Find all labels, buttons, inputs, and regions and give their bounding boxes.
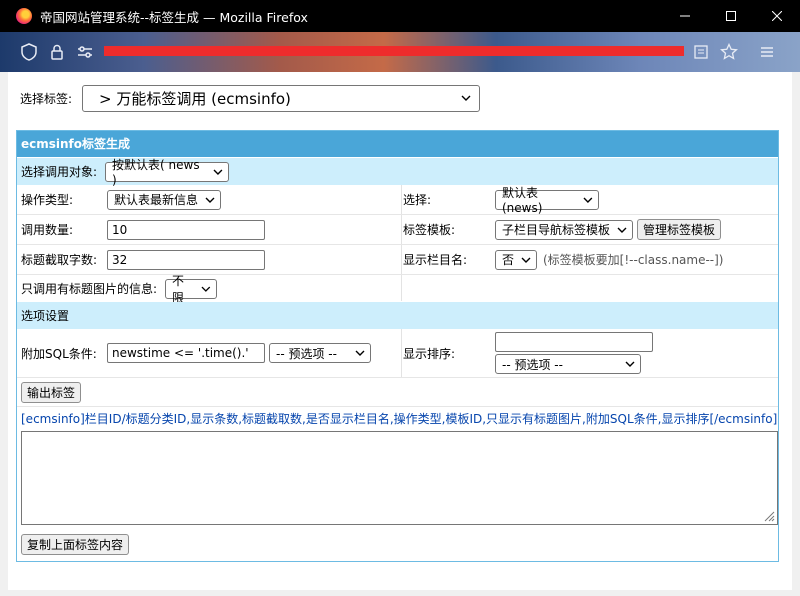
lock-icon[interactable] — [48, 43, 66, 61]
only-pic-label: 只调用有标题图片的信息: — [21, 282, 158, 296]
tag-type-select[interactable]: > 万能标签调用 (ecmsinfo) — [82, 84, 481, 112]
tag-output-textarea[interactable] — [21, 431, 778, 525]
choose-select[interactable]: 默认表(news) — [495, 186, 599, 215]
window-titlebar: 帝国网站管理系统--标签生成 — Mozilla Firefox — [0, 0, 800, 32]
chevron-down-icon — [461, 95, 471, 101]
chevron-down-icon — [583, 197, 593, 203]
close-button[interactable] — [754, 0, 800, 32]
show-class-select[interactable]: 否 — [495, 249, 537, 270]
order-preset-select[interactable]: -- 预选项 -- — [495, 354, 641, 374]
op-type-select[interactable]: 默认表最新信息 — [107, 189, 221, 210]
order-controls: -- 预选项 -- — [495, 332, 653, 374]
output-tag-button[interactable]: 输出标签 — [21, 381, 82, 403]
chevron-down-icon — [213, 169, 223, 175]
maximize-button[interactable] — [708, 0, 754, 32]
menu-icon[interactable] — [758, 43, 776, 61]
sql-preset-value: -- 预选项 -- — [276, 346, 337, 361]
tag-syntax-row: [ecmsinfo]栏目ID/标题分类ID,显示条数,标题截取数,是否显示栏目名… — [17, 407, 778, 429]
options-section-row: 选项设置 — [17, 302, 778, 329]
chevron-down-icon — [617, 227, 627, 233]
choose-label: 选择: — [403, 193, 432, 207]
only-pic-value: 不限 — [172, 273, 185, 305]
chevron-down-icon — [201, 286, 211, 292]
title-len-row: 标题截取字数: 32 显示栏目名: 否 (标签模板要加[!--class.nam… — [17, 245, 778, 274]
show-class-value: 否 — [502, 253, 515, 267]
target-row: 选择调用对象: 按默认表( news ) — [17, 158, 778, 187]
chevron-down-icon — [205, 197, 215, 203]
url-redacted[interactable] — [104, 46, 684, 56]
count-label: 调用数量: — [21, 223, 74, 237]
order-preset-value: -- 预选项 -- — [502, 357, 563, 372]
select-tag-row: 选择标签: > 万能标签调用 (ecmsinfo) — [20, 84, 481, 112]
bookmark-star-icon[interactable] — [720, 43, 738, 61]
browser-navbar — [0, 32, 800, 72]
output-row: 输出标签 — [17, 379, 778, 405]
sql-row: 附加SQL条件: newstime <= '.time().' -- 预选项 -… — [17, 329, 778, 377]
options-section-title: 选项设置 — [21, 309, 70, 323]
order-input[interactable] — [495, 332, 653, 352]
title-len-label: 标题截取字数: — [21, 253, 98, 267]
minimize-icon — [680, 15, 690, 17]
show-class-hint: (标签模板要加[!--class.name--]) — [543, 253, 724, 267]
window-title: 帝国网站管理系统--标签生成 — Mozilla Firefox — [40, 9, 308, 25]
order-label: 显示排序: — [403, 346, 456, 361]
reader-view-icon[interactable] — [692, 43, 710, 61]
copy-row: 复制上面标签内容 — [17, 531, 778, 557]
target-value: 按默认表( news ) — [112, 158, 200, 187]
op-type-value: 默认表最新信息 — [114, 193, 199, 207]
minimize-button[interactable] — [662, 0, 708, 32]
count-input[interactable]: 10 — [107, 219, 265, 240]
select-tag-label: 选择标签: — [20, 91, 73, 106]
target-label: 选择调用对象: — [21, 165, 98, 179]
title-len-input[interactable]: 32 — [107, 249, 265, 270]
only-pic-select[interactable]: 不限 — [165, 274, 218, 305]
maximize-icon — [726, 11, 736, 21]
panel-title: ecmsinfo标签生成 — [17, 131, 778, 157]
firefox-logo-icon — [16, 8, 32, 24]
only-pic-row: 只调用有标题图片的信息: 不限 — [17, 274, 778, 305]
chevron-down-icon — [521, 257, 531, 263]
tag-generator-panel: ecmsinfo标签生成 选择调用对象: 按默认表( news ) 操作类型: … — [16, 130, 779, 562]
op-type-row: 操作类型: 默认表最新信息 选择: 默认表(news) — [17, 185, 778, 215]
tag-syntax-text: [ecmsinfo]栏目ID/标题分类ID,显示条数,标题截取数,是否显示栏目名… — [21, 411, 778, 426]
shield-icon[interactable] — [20, 43, 38, 61]
chevron-down-icon — [355, 350, 365, 356]
show-class-label: 显示栏目名: — [403, 253, 468, 267]
op-type-label: 操作类型: — [21, 193, 74, 207]
template-select[interactable]: 子栏目导航标签模板 — [495, 219, 633, 240]
copy-tag-button[interactable]: 复制上面标签内容 — [21, 533, 130, 555]
tag-type-value: > 万能标签调用 (ecmsinfo) — [99, 89, 291, 108]
permissions-icon[interactable] — [76, 43, 94, 61]
resize-grip-icon[interactable] — [763, 510, 775, 522]
choose-value: 默认表(news) — [502, 186, 543, 215]
manage-template-button[interactable]: 管理标签模板 — [637, 219, 722, 240]
chevron-down-icon — [625, 361, 635, 367]
template-label: 标签模板: — [403, 223, 456, 237]
count-row: 调用数量: 10 标签模板: 子栏目导航标签模板 管理标签模板 — [17, 215, 778, 244]
template-value: 子栏目导航标签模板 — [502, 223, 611, 237]
sql-preset-select[interactable]: -- 预选项 -- — [269, 343, 371, 363]
row-separator — [17, 377, 778, 378]
sql-label: 附加SQL条件: — [21, 346, 97, 361]
target-select[interactable]: 按默认表( news ) — [105, 158, 230, 187]
close-icon — [772, 11, 782, 21]
page-content: 选择标签: > 万能标签调用 (ecmsinfo) ecmsinfo标签生成 选… — [8, 72, 792, 590]
sql-input[interactable]: newstime <= '.time().' — [107, 343, 265, 363]
